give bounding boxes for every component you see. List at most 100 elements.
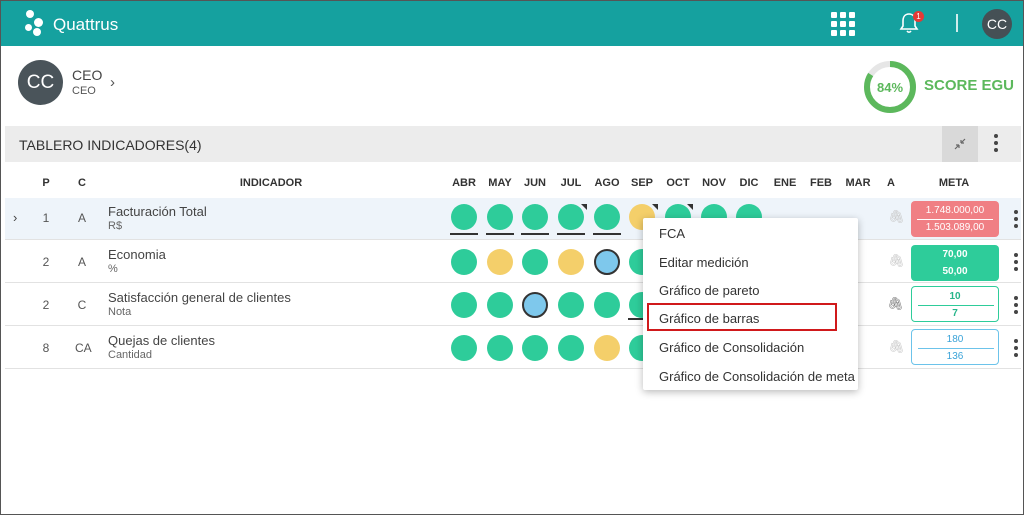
- user-name[interactable]: CEO: [72, 67, 102, 83]
- column-header-month: JUN: [523, 177, 546, 189]
- meta-badge: 1.748.000,00 1.503.089,00: [911, 201, 999, 237]
- status-dot-ago[interactable]: [594, 292, 620, 318]
- status-dot-may[interactable]: [487, 335, 513, 361]
- meta-actual: 7: [952, 308, 958, 319]
- status-dot-ago[interactable]: [594, 204, 620, 230]
- board-header: TABLERO INDICADORES(4): [5, 126, 1021, 162]
- status-dot-abr[interactable]: [451, 249, 477, 275]
- status-dot-may[interactable]: [487, 249, 513, 275]
- score-percent: 84%: [877, 80, 903, 95]
- status-dot-jul[interactable]: [558, 335, 584, 361]
- meta-actual: 1.503.089,00: [925, 222, 985, 233]
- month-underline: [593, 233, 621, 235]
- month-underline: [450, 233, 478, 235]
- score-gauge: 84%: [864, 61, 916, 113]
- paperclip-icon[interactable]: 🖇: [888, 339, 905, 355]
- table-row[interactable]: › 1 A Facturación Total R$ 🖇 1.748.000,0…: [5, 198, 1021, 240]
- meta-actual: 136: [946, 351, 964, 362]
- column-header-month: AGO: [594, 177, 620, 189]
- meta-badge: 70,00 50,00: [911, 245, 999, 281]
- meta-actual: 50,00: [942, 266, 968, 277]
- status-dot-jun[interactable]: [522, 335, 548, 361]
- indicator-name[interactable]: Quejas de clientes: [108, 333, 215, 348]
- indicator-name[interactable]: Facturación Total: [108, 204, 207, 219]
- row-category: C: [77, 298, 87, 312]
- indicator-unit: Nota: [108, 306, 132, 318]
- status-dot-jul[interactable]: [558, 249, 584, 275]
- month-underline: [557, 233, 585, 235]
- comment-marker: [687, 204, 693, 210]
- status-dot-jun[interactable]: [522, 292, 548, 318]
- expand-chevron-icon[interactable]: ›: [13, 210, 17, 225]
- row-priority: 2: [42, 255, 50, 269]
- column-header-month: ABR: [452, 177, 476, 189]
- board-more-options-icon[interactable]: [990, 134, 1002, 156]
- table-row[interactable]: 2 C Satisfacción general de clientes Not…: [5, 284, 1021, 326]
- table-row[interactable]: 2 A Economia % 🖇 70,00 50,00: [5, 241, 1021, 283]
- status-dot-jul[interactable]: [558, 292, 584, 318]
- row-more-options-icon[interactable]: [1011, 253, 1021, 275]
- status-dot-jun[interactable]: [522, 249, 548, 275]
- month-underline: [521, 233, 549, 235]
- indicator-name[interactable]: Economia: [108, 247, 166, 262]
- row-more-options-icon[interactable]: [1011, 296, 1021, 318]
- paperclip-icon[interactable]: 🖇: [887, 296, 904, 312]
- status-dot-abr[interactable]: [451, 292, 477, 318]
- column-header-month: SEP: [630, 177, 653, 189]
- status-dot-may[interactable]: [487, 204, 513, 230]
- board-title: TABLERO INDICADORES(4): [19, 137, 202, 153]
- column-header-month: OCT: [666, 177, 690, 189]
- meta-divider: [918, 305, 994, 306]
- meta-target: 180: [946, 334, 964, 345]
- menu-item-grafico-consolidacion[interactable]: Gráfico de Consolidación: [659, 340, 804, 355]
- menu-item-editar-medicion[interactable]: Editar medición: [659, 255, 749, 270]
- meta-badge: 10 7: [911, 286, 999, 322]
- comment-marker: [581, 204, 587, 210]
- menu-item-grafico-barras[interactable]: Gráfico de barras: [659, 311, 759, 326]
- row-more-options-icon[interactable]: [1011, 339, 1021, 361]
- apps-grid-icon[interactable]: [831, 12, 855, 36]
- menu-item-grafico-pareto[interactable]: Gráfico de pareto: [659, 283, 759, 298]
- indicator-unit: R$: [108, 220, 123, 232]
- status-dot-ago[interactable]: [594, 249, 620, 275]
- user-avatar: CC: [18, 60, 63, 105]
- meta-divider: [917, 219, 993, 220]
- column-header-c: C: [78, 177, 86, 189]
- column-header-meta: META: [938, 177, 970, 189]
- status-dot-abr[interactable]: [451, 335, 477, 361]
- status-dot-may[interactable]: [487, 292, 513, 318]
- row-more-options-icon[interactable]: [1011, 210, 1021, 232]
- menu-item-grafico-consolidacion-meta[interactable]: Gráfico de Consolidación de meta: [659, 369, 855, 384]
- quattrus-logo-icon[interactable]: [25, 10, 51, 36]
- menu-item-fca[interactable]: FCA: [659, 226, 685, 241]
- meta-target: 10: [949, 291, 961, 302]
- paperclip-icon[interactable]: 🖇: [888, 209, 905, 225]
- indicator-unit: Cantidad: [108, 349, 153, 361]
- paperclip-icon[interactable]: 🖇: [888, 253, 905, 269]
- status-dot-abr[interactable]: [451, 204, 477, 230]
- meta-target: 1.748.000,00: [925, 205, 985, 216]
- column-header-month: MAR: [845, 177, 871, 189]
- chevron-right-icon[interactable]: ›: [110, 74, 115, 91]
- month-underline: [486, 233, 514, 235]
- column-header-p: P: [42, 177, 50, 189]
- collapse-arrows-icon: [954, 138, 966, 150]
- indicator-name[interactable]: Satisfacción general de clientes: [108, 290, 291, 305]
- user-avatar-menu[interactable]: CC: [982, 9, 1012, 39]
- indicator-unit: %: [108, 263, 118, 275]
- column-header-a: A: [887, 177, 895, 189]
- row-priority: 8: [42, 341, 50, 355]
- meta-divider: [918, 348, 994, 349]
- collapse-button[interactable]: [942, 126, 978, 162]
- row-priority: 1: [42, 211, 50, 225]
- table-row[interactable]: 8 CA Quejas de clientes Cantidad 🖇 180 1…: [5, 327, 1021, 369]
- row-priority: 2: [42, 298, 50, 312]
- meta-badge: 180 136: [911, 329, 999, 365]
- status-dot-ago[interactable]: [594, 335, 620, 361]
- row-category: A: [77, 211, 86, 225]
- context-menu: FCA Editar medición Gráfico de pareto Gr…: [643, 218, 858, 390]
- status-dot-jun[interactable]: [522, 204, 548, 230]
- column-header-month: NOV: [702, 177, 726, 189]
- column-header-month: JUL: [560, 177, 582, 189]
- brand-name: Quattrus: [53, 15, 119, 34]
